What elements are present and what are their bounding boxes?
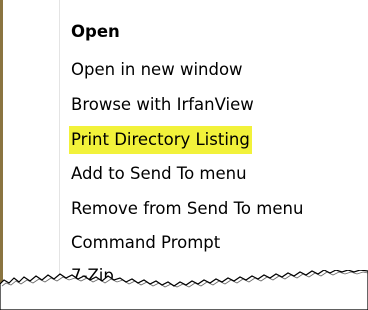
menu-item-print-directory-listing[interactable]: Print Directory Listing [69, 126, 252, 154]
torn-edge-cutoff [0, 270, 368, 310]
menu-item-remove-from-send-to-menu[interactable]: Remove from Send To menu [69, 195, 305, 223]
context-menu: Open Open in new window Browse with Irfa… [3, 0, 368, 294]
menu-item-open[interactable]: Open [69, 18, 122, 46]
menu-item-browse-with-irfanview[interactable]: Browse with IrfanView [69, 91, 256, 119]
menu-item-label: Browse with IrfanView [71, 95, 254, 114]
menu-item-label: Add to Send To menu [71, 164, 247, 183]
menu-item-command-prompt[interactable]: Command Prompt [69, 229, 222, 257]
menu-item-label: Open [71, 22, 120, 41]
menu-item-label: Print Directory Listing [69, 126, 252, 154]
menu-item-label: Remove from Send To menu [71, 199, 304, 218]
menu-item-label: Command Prompt [71, 233, 221, 252]
menu-item-add-to-send-to-menu[interactable]: Add to Send To menu [69, 160, 249, 188]
menu-icon-gutter-divider-highlight [60, 0, 61, 294]
menu-item-label: Open in new window [71, 60, 243, 79]
menu-item-open-in-new-window[interactable]: Open in new window [69, 56, 245, 84]
